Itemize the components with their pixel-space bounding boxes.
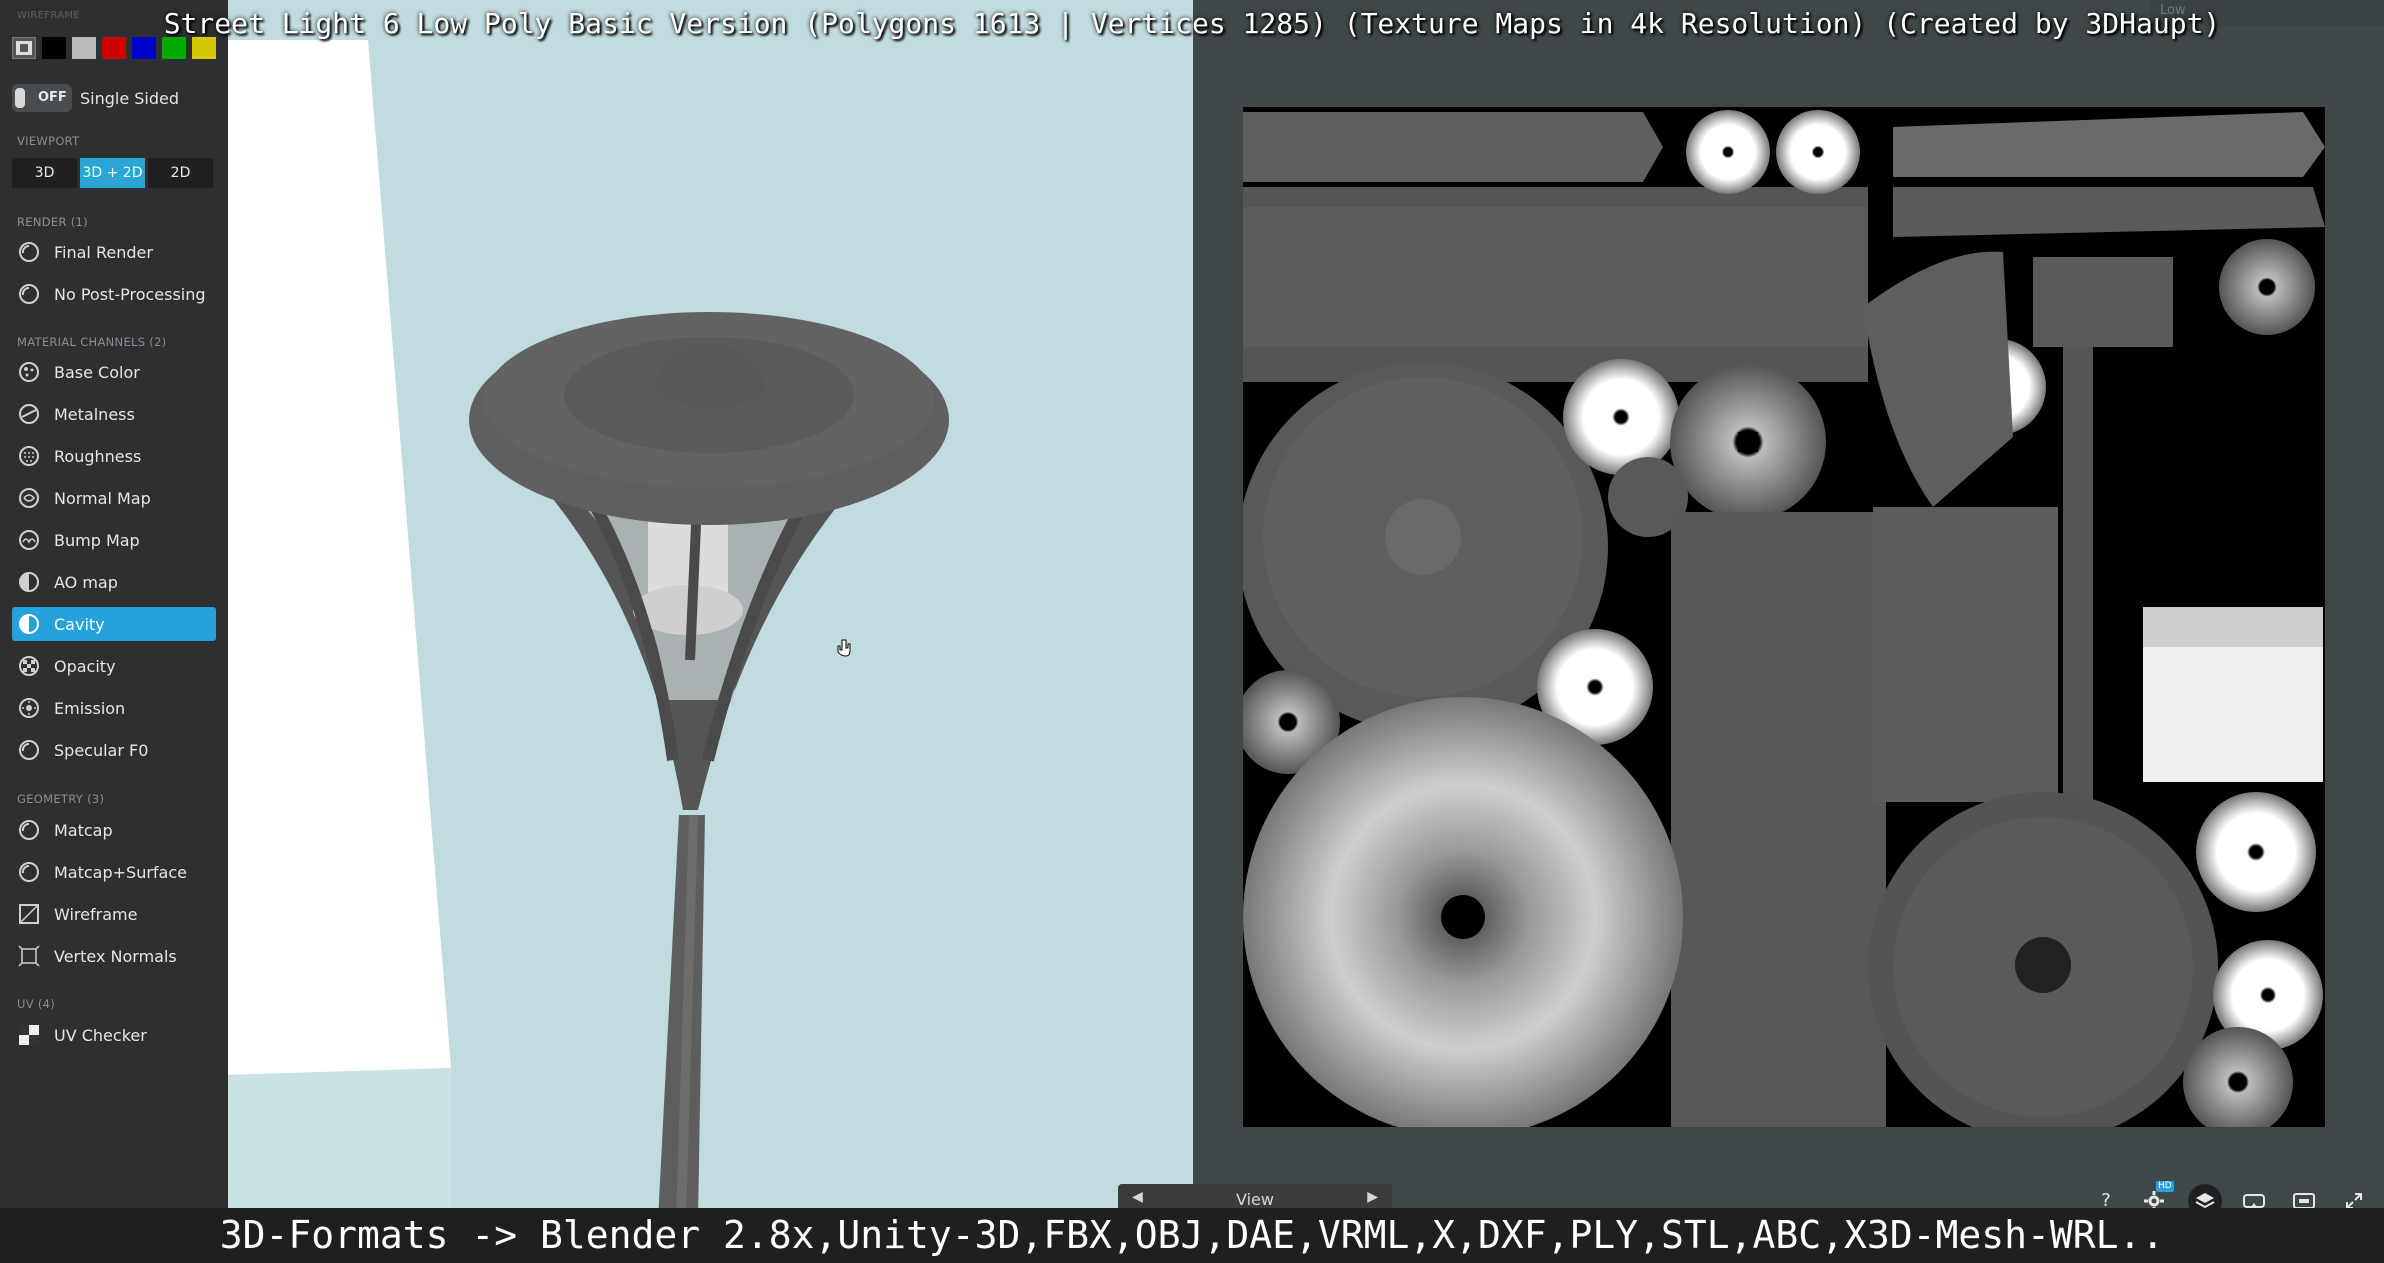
uv-cylinder-strip [1671, 512, 1886, 1127]
uv-ring-2 [1776, 110, 1860, 194]
channel-specular-f0[interactable]: Specular F0 [12, 733, 216, 767]
channel-label: Bump Map [54, 531, 140, 550]
next-view-icon[interactable]: ▶ [1367, 1189, 1378, 1205]
render-item-label: No Post-Processing [54, 285, 206, 304]
channel-label: Opacity [54, 657, 116, 676]
sphere-icon [19, 740, 39, 760]
uv-strip-top-right [1893, 112, 2325, 177]
uv-strip-top-left [1243, 112, 1663, 182]
uv-ring-3 [2219, 239, 2315, 335]
channel-label: Base Color [54, 363, 140, 382]
half-sphere-icon [19, 572, 39, 592]
viewport-3d[interactable] [228, 0, 1193, 1263]
geometry-label: Vertex Normals [54, 947, 177, 966]
channel-roughness[interactable]: Roughness [12, 439, 216, 473]
channel-ao-map[interactable]: AO map [12, 565, 216, 599]
hd-badge: HD [2156, 1181, 2174, 1192]
geometry-section-label: GEOMETRY (3) [17, 792, 105, 806]
emission-icon [19, 698, 39, 718]
channel-label: Specular F0 [54, 741, 149, 760]
channel-base-color[interactable]: Base Color [12, 355, 216, 389]
viewport-section-label: VIEWPORT [17, 134, 80, 148]
uv-fan-piece [1863, 251, 2013, 507]
backdrop-shadow [228, 1068, 451, 1230]
dotted-sphere-icon [19, 446, 39, 466]
uv-ring-5 [1563, 359, 1679, 475]
geometry-vertex-normals[interactable]: Vertex Normals [12, 939, 216, 973]
channel-label: Normal Map [54, 489, 151, 508]
sphere-icon [19, 862, 39, 882]
material-section-label: MATERIAL CHANNELS (2) [17, 335, 167, 349]
render-item-label: Final Render [54, 243, 153, 262]
white-backdrop-panel [228, 40, 451, 1075]
checker-icon [19, 1025, 39, 1045]
render-section-label: RENDER (1) [17, 215, 88, 229]
title-caption: Street Light 6 Low Poly Basic Version (P… [163, 7, 2221, 40]
viewport-2d-uv[interactable] [1193, 0, 2384, 1263]
channel-metalness[interactable]: Metalness [12, 397, 216, 431]
cavity-icon [19, 614, 39, 634]
channel-label: AO map [54, 573, 118, 592]
geometry-label: Matcap+Surface [54, 863, 187, 882]
channel-label: Metalness [54, 405, 135, 424]
formats-caption: 3D-Formats -> Blender 2.8x,Unity-3D,FBX,… [0, 1208, 2384, 1263]
geometry-label: Wireframe [54, 905, 138, 924]
channel-label: Emission [54, 699, 126, 718]
hand-cursor-icon [837, 639, 851, 657]
uv-section-label: UV (4) [17, 997, 56, 1011]
channel-emission[interactable]: Emission [12, 691, 216, 725]
channel-label: Roughness [54, 447, 142, 466]
viewport-3d-2d-button[interactable]: 3D + 2D [80, 158, 145, 188]
bump-map-icon [19, 530, 39, 550]
wireframe-icon [19, 904, 39, 924]
uv-ring-1 [1686, 110, 1770, 194]
uv-texture-map [1243, 107, 2325, 1127]
uv-label: UV Checker [54, 1026, 147, 1045]
sidebar: WIREFRAME OFF Single Sided VIEWPORT 3D 3… [0, 0, 228, 1263]
single-sided-label: Single Sided [80, 89, 180, 108]
palette-icon [19, 362, 39, 382]
viewport-2d-button[interactable]: 2D [148, 158, 213, 188]
view-label: View [1236, 1190, 1274, 1209]
scene-3d [228, 40, 949, 1230]
geometry-label: Matcap [54, 821, 113, 840]
checker-sphere-icon [19, 656, 39, 676]
geometry-wireframe[interactable]: Wireframe [12, 897, 216, 931]
render-no-post-processing[interactable]: No Post-Processing [12, 277, 216, 311]
sphere-icon [19, 242, 39, 262]
metal-sphere-icon [19, 404, 39, 424]
toggle-knob [15, 88, 25, 108]
geometry-matcap-surface[interactable]: Matcap+Surface [12, 855, 216, 889]
channel-opacity[interactable]: Opacity [12, 649, 216, 683]
toggle-state: OFF [38, 90, 67, 105]
channel-cavity[interactable]: Cavity [12, 607, 216, 641]
viewport-3d-button[interactable]: 3D [12, 158, 77, 188]
channel-label: Cavity [54, 615, 105, 634]
channel-bump-map[interactable]: Bump Map [12, 523, 216, 557]
geometry-matcap[interactable]: Matcap [12, 813, 216, 847]
uv-ring-9 [2196, 792, 2316, 912]
single-sided-toggle[interactable]: OFF [12, 84, 72, 112]
sphere-icon [19, 820, 39, 840]
sphere-icon [19, 284, 39, 304]
uv-pole-strip [2063, 347, 2093, 807]
vertex-normals-icon [18, 945, 40, 967]
render-final-render[interactable]: Final Render [12, 235, 216, 269]
channel-normal-map[interactable]: Normal Map [12, 481, 216, 515]
uv-checker[interactable]: UV Checker [12, 1018, 216, 1052]
uv-cylinder-strip-2 [1873, 507, 2058, 802]
normal-map-icon [19, 488, 39, 508]
